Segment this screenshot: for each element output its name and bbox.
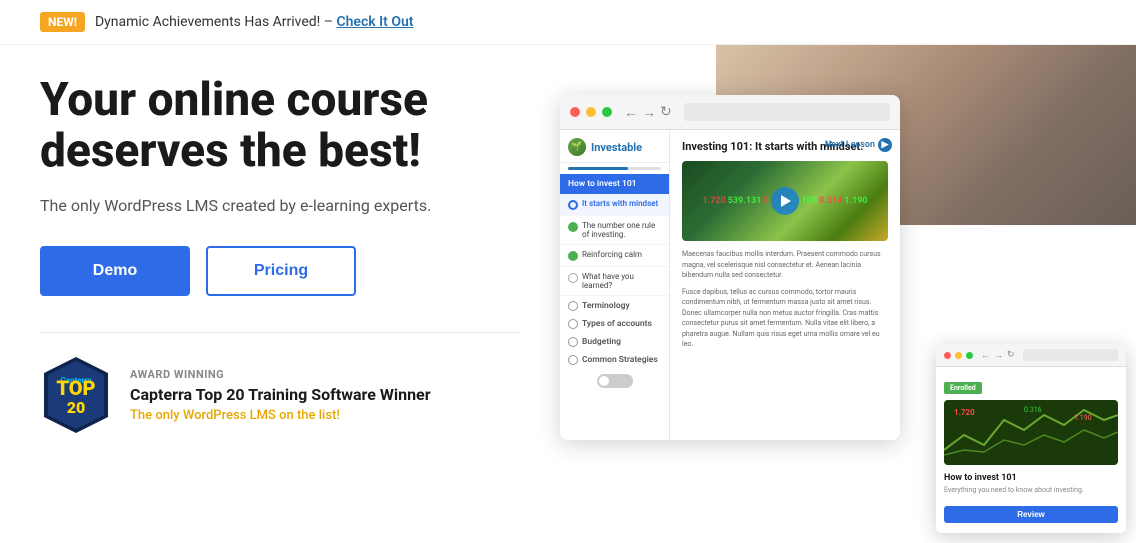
next-lesson-label: Next Lesson <box>825 140 875 150</box>
forward-icon[interactable]: → <box>642 104 656 121</box>
capterra-badge: Capterra TOP 20 <box>40 355 112 435</box>
play-button[interactable] <box>771 187 799 215</box>
svg-text:1.190: 1.190 <box>1074 414 1092 422</box>
toggle-knob <box>599 376 609 386</box>
course-title-sm: How to invest 101 <box>944 473 1118 483</box>
course-thumbnail: 1.720 0.316 1.190 <box>944 400 1118 465</box>
award-text: AWARD WINNING Capterra Top 20 Training S… <box>130 368 431 423</box>
course-info: How to invest 101 Everything you need to… <box>944 471 1118 525</box>
next-arrow-icon: ▶ <box>878 138 892 152</box>
announcement-text: Dynamic Achievements Has Arrived! – Chec… <box>95 14 414 30</box>
right-section: ← → ↻ 🌱 Investable <box>560 75 1096 523</box>
lms-toggle[interactable] <box>560 374 669 388</box>
award-subtitle: The only WordPress LMS on the list! <box>130 408 431 423</box>
address-bar-sm[interactable] <box>1023 349 1118 361</box>
browser-address-bar[interactable] <box>684 103 890 121</box>
announcement-body: Dynamic Achievements Has Arrived! – <box>95 14 333 30</box>
course-card: Enrolled 1.720 0.316 1.190 Ho <box>936 367 1126 533</box>
minimize-icon <box>586 107 596 117</box>
pricing-button[interactable]: Pricing <box>206 246 356 296</box>
review-button[interactable]: Review <box>944 506 1118 523</box>
lms-progress-bar <box>568 167 661 170</box>
video-thumbnail[interactable]: 1.720 539.131 0.316 48.108 0.314 1.190 <box>682 161 888 241</box>
secondary-browser-mockup: ← → ↻ Enrolled 1.720 0.316 <box>936 344 1126 533</box>
brand-name: Investable <box>591 141 642 154</box>
lms-brand: 🌱 Investable <box>560 130 669 163</box>
maximize-icon-sm <box>966 352 973 359</box>
award-section: Capterra TOP 20 AWARD WINNING Capterra T… <box>40 355 520 435</box>
lesson-label-4: What have you learned? <box>582 272 661 290</box>
course-desc-sm: Everything you need to know about invest… <box>944 486 1118 496</box>
browser-chrome: ← → ↻ <box>560 95 900 130</box>
minimize-icon-sm <box>955 352 962 359</box>
ticker-6: 1.190 <box>844 196 867 206</box>
award-title: Capterra Top 20 Training Software Winner <box>130 385 431 404</box>
section-terminology[interactable]: Terminology <box>560 296 669 314</box>
refresh-icon[interactable]: ↻ <box>660 104 672 120</box>
main-browser-mockup: ← → ↻ 🌱 Investable <box>560 95 900 440</box>
lesson-body-text-1: Maecenas faucibus mollis interdum. Praes… <box>682 249 888 281</box>
enrolled-badge: Enrolled <box>944 382 982 394</box>
ticker-1: 1.720 <box>702 196 725 206</box>
demo-button[interactable]: Demo <box>40 246 190 296</box>
lms-sidebar: 🌱 Investable How to invest 101 It starts… <box>560 130 670 440</box>
next-lesson-btn[interactable]: Next Lesson ▶ <box>825 138 892 152</box>
lesson-item-4[interactable]: What have you learned? <box>560 267 669 296</box>
toggle-btn[interactable] <box>597 374 633 388</box>
forward-icon-sm[interactable]: → <box>994 350 1003 361</box>
lesson-item-2[interactable]: The number one rule of investing. <box>560 216 669 245</box>
left-section: Your online course deserves the best! Th… <box>40 75 520 523</box>
svg-text:0.316: 0.316 <box>1024 406 1042 414</box>
ticker-5: 0.314 <box>819 196 842 206</box>
lms-main-content: Next Lesson ▶ Investing 101: It starts w… <box>670 130 900 440</box>
hero-subtitle: The only WordPress LMS created by e-lear… <box>40 194 520 218</box>
close-icon <box>570 107 580 117</box>
lesson-label-1: It starts with mindset <box>582 199 658 208</box>
svg-text:20: 20 <box>67 398 86 417</box>
lesson-body-text-2: Fusce dapibus, tellus ac cursus commodo,… <box>682 287 888 350</box>
section-types[interactable]: Types of accounts <box>560 314 669 332</box>
lesson-check-3 <box>568 251 578 261</box>
ticker-2: 539.131 <box>728 196 762 206</box>
brand-icon: 🌱 <box>568 138 586 156</box>
play-icon <box>781 195 791 207</box>
lesson-check-2 <box>568 222 578 232</box>
announcement-link[interactable]: Check It Out <box>336 14 413 30</box>
main-content: Your online course deserves the best! Th… <box>0 45 1136 543</box>
refresh-icon-sm[interactable]: ↻ <box>1007 350 1015 360</box>
svg-text:TOP: TOP <box>56 376 95 400</box>
browser-body: 🌱 Investable How to invest 101 It starts… <box>560 130 900 440</box>
back-icon[interactable]: ← <box>624 104 638 121</box>
lms-progress-fill <box>568 167 628 170</box>
section-budgeting[interactable]: Budgeting <box>560 332 669 350</box>
award-label: AWARD WINNING <box>130 368 431 381</box>
lesson-label-2: The number one rule of investing. <box>582 221 661 239</box>
page-wrapper: NEW! Dynamic Achievements Has Arrived! –… <box>0 0 1136 543</box>
lesson-item-1[interactable]: It starts with mindset <box>560 194 669 216</box>
maximize-icon <box>602 107 612 117</box>
lesson-item-3[interactable]: Reinforcing calm <box>560 245 669 267</box>
divider <box>40 332 520 333</box>
cta-buttons: Demo Pricing <box>40 246 520 296</box>
lesson-label-3: Reinforcing calm <box>582 250 642 259</box>
section-strategies[interactable]: Common Strategies <box>560 350 669 368</box>
hero-title: Your online course deserves the best! <box>40 75 520 176</box>
browser-chrome-sm: ← → ↻ <box>936 344 1126 367</box>
browser-nav: ← → ↻ <box>624 104 672 121</box>
back-icon-sm[interactable]: ← <box>981 350 990 361</box>
lesson-check-4 <box>568 273 578 283</box>
svg-text:1.720: 1.720 <box>954 408 975 417</box>
close-icon-sm <box>944 352 951 359</box>
new-badge: NEW! <box>40 12 85 32</box>
announcement-bar: NEW! Dynamic Achievements Has Arrived! –… <box>0 0 1136 45</box>
lms-chapter-header[interactable]: How to invest 101 <box>560 174 669 194</box>
course-thumb-chart: 1.720 0.316 1.190 <box>944 400 1118 465</box>
lesson-check-1 <box>568 200 578 210</box>
